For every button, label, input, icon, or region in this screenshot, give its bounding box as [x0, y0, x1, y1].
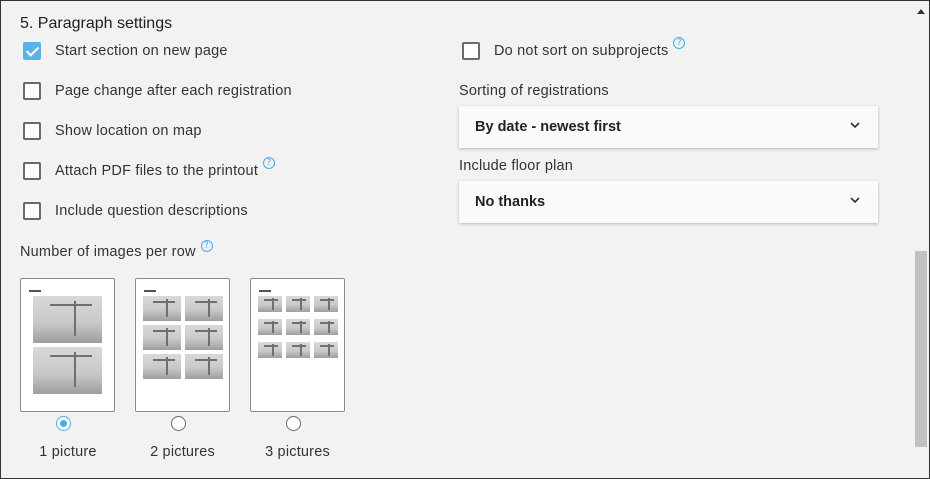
include-question-descriptions-checkbox-row[interactable]: Include question descriptions [23, 202, 248, 220]
sorting-select[interactable]: By date - newest first [459, 106, 878, 148]
preview-image-thumbnail [258, 342, 282, 358]
show-location-on-map-checkbox[interactable] [23, 122, 41, 140]
page-change-each-registration-checkbox-row[interactable]: Page change after each registration [23, 82, 292, 100]
do-not-sort-subprojects-checkbox-row[interactable]: Do not sort on subprojects ? [462, 37, 686, 60]
preview-image-thumbnail [258, 296, 282, 312]
preview-image-thumbnail [185, 354, 223, 379]
images-per-row-option-2-label: 2 pictures [150, 444, 215, 460]
chevron-down-icon [850, 197, 860, 204]
include-question-descriptions-checkbox[interactable] [23, 202, 41, 220]
images-per-row-radio-3[interactable] [286, 416, 301, 431]
start-section-new-page-label: Start section on new page [55, 43, 228, 59]
attach-pdf-files-label: Attach PDF files to the printout [55, 163, 259, 179]
images-per-row-label-text: Number of images per row [20, 244, 196, 260]
page-change-each-registration-checkbox[interactable] [23, 82, 41, 100]
preview-image-thumbnail [314, 319, 338, 335]
do-not-sort-subprojects-label: Do not sort on subprojects [494, 43, 669, 59]
floor-plan-select[interactable]: No thanks [459, 181, 878, 223]
layout-option-2-card[interactable] [135, 278, 230, 412]
attach-pdf-files-checkbox[interactable] [23, 162, 41, 180]
scrollbar-thumb[interactable] [915, 251, 927, 447]
sorting-selected-value: By date - newest first [475, 119, 621, 135]
images-per-row-option-3-label: 3 pictures [265, 444, 330, 460]
help-icon[interactable]: ? [200, 240, 213, 252]
page-change-each-registration-label: Page change after each registration [55, 83, 292, 99]
preview-image-thumbnail [33, 296, 102, 343]
preview-image-thumbnail [314, 296, 338, 312]
preview-image-thumbnail [185, 296, 223, 321]
images-per-row-radio-2[interactable] [171, 416, 186, 431]
preview-heading-mark [259, 290, 271, 292]
section-title: 5. Paragraph settings [20, 15, 173, 32]
show-location-on-map-label: Show location on map [55, 123, 202, 139]
floor-plan-selected-value: No thanks [475, 194, 546, 210]
images-per-row-option-1-label: 1 picture [39, 444, 97, 460]
preview-image-thumbnail [286, 319, 310, 335]
preview-image-thumbnail [185, 325, 223, 350]
preview-image-thumbnail [258, 319, 282, 335]
preview-image-thumbnail [143, 354, 181, 379]
start-section-new-page-checkbox[interactable] [23, 42, 41, 60]
images-per-row-label: Number of images per row? [20, 240, 213, 260]
scroll-up-arrow-icon[interactable] [917, 9, 925, 14]
sorting-label: Sorting of registrations [459, 83, 609, 99]
preview-image-thumbnail [143, 325, 181, 350]
chevron-down-icon [850, 122, 860, 129]
preview-heading-mark [29, 290, 41, 292]
layout-option-1-card[interactable] [20, 278, 115, 412]
help-icon[interactable]: ? [263, 157, 276, 169]
include-question-descriptions-label: Include question descriptions [55, 203, 248, 219]
preview-image-thumbnail [286, 342, 310, 358]
preview-heading-mark [144, 290, 156, 292]
start-section-new-page-checkbox-row[interactable]: Start section on new page [23, 42, 228, 60]
do-not-sort-subprojects-checkbox[interactable] [462, 42, 480, 60]
preview-image-thumbnail [143, 296, 181, 321]
attach-pdf-files-checkbox-row[interactable]: Attach PDF files to the printout ? [23, 157, 276, 180]
preview-image-thumbnail [33, 347, 102, 394]
preview-image-thumbnail [286, 296, 310, 312]
help-icon[interactable]: ? [673, 37, 686, 49]
preview-image-thumbnail [314, 342, 338, 358]
floor-plan-label: Include floor plan [459, 158, 574, 174]
paragraph-settings-panel: 5. Paragraph settings Start section on n… [0, 0, 930, 479]
show-location-on-map-checkbox-row[interactable]: Show location on map [23, 122, 202, 140]
layout-option-3-card[interactable] [250, 278, 345, 412]
images-per-row-radio-1[interactable] [56, 416, 71, 431]
